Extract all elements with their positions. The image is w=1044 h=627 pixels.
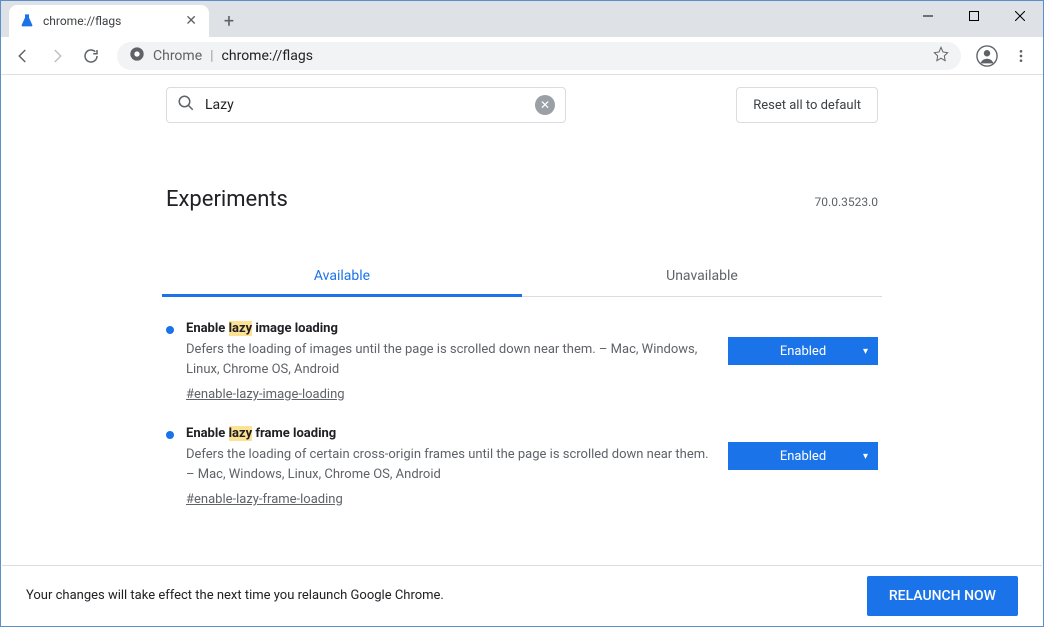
flag-body: Enable lazy image loading Defers the load… [186,321,712,402]
address-bar[interactable]: Chrome | chrome://flags [117,42,961,70]
flag-body: Enable lazy frame loading Defers the load… [186,426,712,507]
url-origin: Chrome [153,48,202,64]
close-window-button[interactable] [997,1,1043,31]
back-button[interactable] [9,42,37,70]
clear-search-icon[interactable]: ✕ [535,95,555,115]
flag-entry: Enable lazy image loading Defers the load… [162,297,882,402]
tab-unavailable[interactable]: Unavailable [522,256,882,296]
reset-all-button[interactable]: Reset all to default [736,87,878,123]
flag-description: Defers the loading of certain cross-orig… [186,445,712,484]
tab-title: chrome://flags [43,14,121,28]
flag-left: Enable lazy image loading Defers the load… [166,321,712,402]
flags-tabs: Available Unavailable [162,256,882,297]
kebab-menu-icon[interactable] [1007,42,1035,70]
flask-icon [19,13,35,29]
url-path: chrome://flags [222,48,313,64]
browser-tab[interactable]: chrome://flags ✕ [9,5,209,37]
relaunch-button[interactable]: RELAUNCH NOW [867,576,1018,616]
window-controls [905,1,1043,37]
flags-search-box[interactable]: ✕ [166,87,566,123]
page-content: ✕ Reset all to default Experiments 70.0.… [162,75,882,547]
chrome-icon [129,46,145,66]
profile-button[interactable] [973,42,1001,70]
maximize-button[interactable] [951,1,997,31]
search-icon [177,94,195,116]
flag-title: Enable lazy frame loading [186,426,712,441]
page-content-scroll[interactable]: ✕ Reset all to default Experiments 70.0.… [1,75,1043,566]
bookmark-star-icon[interactable] [933,46,949,66]
close-tab-icon[interactable]: ✕ [183,13,199,29]
flag-left: Enable lazy frame loading Defers the load… [166,426,712,507]
window-titlebar: chrome://flags ✕ + [1,1,1043,37]
relaunch-message: Your changes will take effect the next t… [26,588,444,603]
flags-list: Enable lazy image loading Defers the load… [162,297,882,507]
new-tab-button[interactable]: + [215,7,243,35]
forward-button[interactable] [43,42,71,70]
search-row: ✕ Reset all to default [162,87,882,123]
experiments-header: Experiments 70.0.3523.0 [162,187,882,212]
flag-hash-link[interactable]: #enable-lazy-frame-loading [186,492,343,507]
modified-indicator-icon [166,326,174,334]
browser-toolbar: Chrome | chrome://flags [1,37,1043,75]
modified-indicator-icon [166,431,174,439]
url-separator: | [210,48,213,64]
relaunch-bar: Your changes will take effect the next t… [2,565,1042,625]
flag-entry: Enable lazy frame loading Defers the load… [162,402,882,507]
tab-available[interactable]: Available [162,256,522,296]
search-input[interactable] [205,97,525,113]
flag-title: Enable lazy image loading [186,321,712,336]
flag-hash-link[interactable]: #enable-lazy-image-loading [186,387,345,402]
page-title: Experiments [166,187,288,212]
reload-button[interactable] [77,42,105,70]
flag-state-select[interactable]: Enabled [728,442,878,470]
flag-state-select[interactable]: Enabled [728,337,878,365]
version-label: 70.0.3523.0 [815,195,878,209]
flag-description: Defers the loading of images until the p… [186,340,712,379]
minimize-button[interactable] [905,1,951,31]
